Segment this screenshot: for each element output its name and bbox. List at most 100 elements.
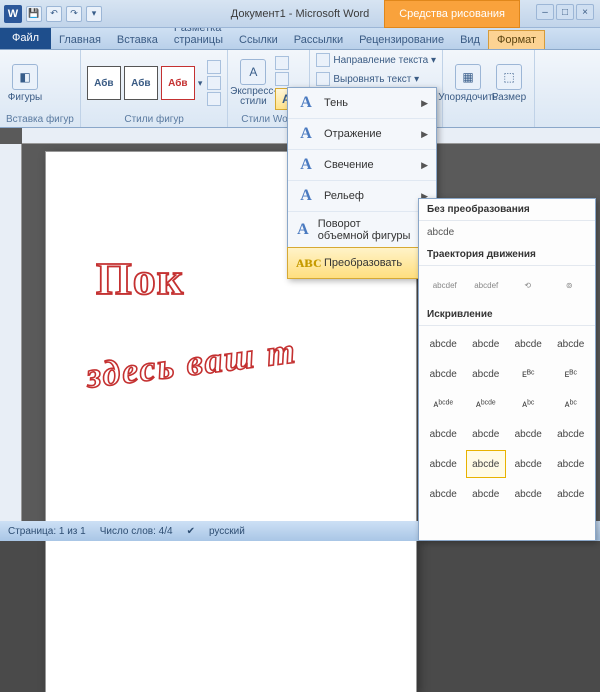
style-gallery-more-icon[interactable]: ▾ bbox=[198, 78, 203, 89]
warp-option[interactable]: abcde bbox=[466, 480, 507, 508]
text-effects-menu: AТень▶ AОтражение▶ AСвечение▶ AРельеф▶ A… bbox=[287, 87, 437, 279]
tab-review[interactable]: Рецензирование bbox=[351, 31, 452, 49]
tab-references[interactable]: Ссылки bbox=[231, 31, 286, 49]
warp-option[interactable]: ᴀᵇᶜᵈᵉ bbox=[423, 390, 464, 418]
reflection-icon: A bbox=[296, 125, 316, 143]
warp-option[interactable]: ᴀᵇᶜ bbox=[508, 390, 549, 418]
word-app-icon[interactable]: W bbox=[4, 5, 22, 23]
shapes-button[interactable]: ◧ Фигуры bbox=[6, 57, 44, 109]
quick-styles-icon: A bbox=[240, 59, 266, 85]
menu-glow[interactable]: AСвечение▶ bbox=[288, 149, 436, 180]
menu-transform[interactable]: ᴀʙᴄПреобразовать▶ bbox=[287, 247, 437, 279]
style-preset-3[interactable]: Абв bbox=[161, 66, 195, 100]
style-preset-1[interactable]: Абв bbox=[87, 66, 121, 100]
menu-reflection[interactable]: AОтражение▶ bbox=[288, 118, 436, 149]
tab-file[interactable]: Файл bbox=[0, 27, 51, 49]
close-button[interactable]: × bbox=[576, 4, 594, 20]
warp-option[interactable]: abcde bbox=[423, 480, 464, 508]
submenu-arrow-icon: ▶ bbox=[421, 129, 428, 140]
status-word-count[interactable]: Число слов: 4/4 bbox=[100, 526, 173, 537]
size-button[interactable]: ⬚ Размер bbox=[490, 57, 528, 109]
title-bar: W 💾 ↶ ↷ ▾ Документ1 - Microsoft Word Сре… bbox=[0, 0, 600, 28]
menu-shadow[interactable]: AТень▶ bbox=[288, 88, 436, 118]
vertical-ruler[interactable] bbox=[0, 144, 22, 521]
shadow-icon: A bbox=[296, 94, 316, 112]
shape-outline-icon[interactable] bbox=[207, 76, 221, 90]
group-label: Вставка фигур bbox=[6, 114, 74, 127]
contextual-tab-header: Средства рисования bbox=[384, 0, 520, 28]
warp-option[interactable]: abcde bbox=[551, 420, 592, 448]
transform-gallery: Без преобразования abcde Траектория движ… bbox=[418, 198, 596, 541]
glow-icon: A bbox=[296, 156, 316, 174]
tab-insert[interactable]: Вставка bbox=[109, 31, 166, 49]
no-transform-option[interactable]: abcde bbox=[419, 221, 595, 244]
shape-fill-icon[interactable] bbox=[207, 60, 221, 74]
menu-3d-rotation[interactable]: AПоворот объемной фигуры▶ bbox=[288, 211, 436, 248]
status-page[interactable]: Страница: 1 из 1 bbox=[8, 526, 86, 537]
transform-icon: ᴀʙᴄ bbox=[296, 254, 316, 272]
arrange-group: ▦ Упорядочить ⬚ Размер bbox=[443, 50, 535, 127]
tab-home[interactable]: Главная bbox=[51, 31, 109, 49]
warp-option[interactable]: abcde bbox=[466, 330, 507, 358]
warp-option-selected[interactable]: abcde bbox=[466, 450, 507, 478]
warp-option[interactable]: abcde bbox=[423, 420, 464, 448]
shape-styles-group: Абв Абв Абв ▾ Стили фигур bbox=[81, 50, 229, 127]
wordart-text-1[interactable]: Пок bbox=[96, 252, 184, 305]
warp-option[interactable]: abcde bbox=[551, 330, 592, 358]
warp-option[interactable]: abcde bbox=[423, 450, 464, 478]
style-preset-2[interactable]: Абв bbox=[124, 66, 158, 100]
maximize-button[interactable]: □ bbox=[556, 4, 574, 20]
path-arch-down[interactable]: abcdef bbox=[469, 270, 505, 300]
qat-save-icon[interactable]: 💾 bbox=[26, 6, 42, 22]
text-direction-button[interactable]: Направление текста ▾ bbox=[316, 52, 436, 68]
menu-bevel[interactable]: AРельеф▶ bbox=[288, 180, 436, 211]
qat-customize-icon[interactable]: ▾ bbox=[86, 6, 102, 22]
warp-option[interactable]: abcde bbox=[508, 420, 549, 448]
bevel-icon: A bbox=[296, 187, 316, 205]
gallery-header-no-transform: Без преобразования bbox=[419, 199, 595, 221]
path-button[interactable]: ⊚ bbox=[552, 270, 588, 300]
wordart-text-2[interactable]: здесь ваш т bbox=[84, 329, 299, 396]
warp-option[interactable]: ᴇᴮᶜ bbox=[551, 360, 592, 388]
text-direction-icon bbox=[316, 53, 330, 67]
warp-grid: abcde abcde abcde abcde abcde abcde ᴇᴮᶜ … bbox=[419, 326, 595, 512]
align-text-button[interactable]: Выровнять текст ▾ bbox=[316, 71, 419, 87]
warp-option[interactable]: abcde bbox=[508, 480, 549, 508]
text-fill-icon[interactable] bbox=[275, 56, 289, 70]
warp-option[interactable]: ᴀᵇᶜᵈᵉ bbox=[466, 390, 507, 418]
rotation-icon: A bbox=[296, 221, 310, 239]
warp-option[interactable]: abcde bbox=[423, 330, 464, 358]
warp-option[interactable]: abcde bbox=[551, 450, 592, 478]
arrange-icon: ▦ bbox=[455, 64, 481, 90]
warp-option[interactable]: ᴀᵇᶜ bbox=[551, 390, 592, 418]
shape-effects-icon[interactable] bbox=[207, 92, 221, 106]
submenu-arrow-icon: ▶ bbox=[421, 98, 428, 109]
minimize-button[interactable]: – bbox=[536, 4, 554, 20]
path-circle[interactable]: ⟲ bbox=[510, 270, 546, 300]
shapes-icon: ◧ bbox=[12, 64, 38, 90]
quick-access-toolbar: W 💾 ↶ ↷ ▾ bbox=[0, 5, 102, 23]
window-title: Документ1 - Microsoft Word bbox=[231, 8, 369, 20]
gallery-header-follow-path: Траектория движения bbox=[419, 244, 595, 266]
tab-view[interactable]: Вид bbox=[452, 31, 488, 49]
text-outline-icon[interactable] bbox=[275, 72, 289, 86]
qat-redo-icon[interactable]: ↷ bbox=[66, 6, 82, 22]
status-proofing-icon[interactable]: ✔ bbox=[187, 526, 195, 537]
warp-option[interactable]: abcde bbox=[508, 450, 549, 478]
path-arch-up[interactable]: abcdef bbox=[427, 270, 463, 300]
warp-option[interactable]: ᴇᴮᶜ bbox=[508, 360, 549, 388]
arrange-button[interactable]: ▦ Упорядочить bbox=[449, 57, 487, 109]
tab-mailings[interactable]: Рассылки bbox=[286, 31, 351, 49]
insert-shapes-group: ◧ Фигуры Вставка фигур bbox=[0, 50, 81, 127]
ribbon-tabs: Файл Главная Вставка Разметка страницы С… bbox=[0, 28, 600, 50]
status-language[interactable]: русский bbox=[209, 526, 245, 537]
quick-styles-button[interactable]: A Экспресс- стили bbox=[234, 57, 272, 109]
qat-undo-icon[interactable]: ↶ bbox=[46, 6, 62, 22]
warp-option[interactable]: abcde bbox=[508, 330, 549, 358]
group-label bbox=[449, 114, 528, 127]
tab-format[interactable]: Формат bbox=[488, 30, 545, 49]
warp-option[interactable]: abcde bbox=[466, 360, 507, 388]
warp-option[interactable]: abcde bbox=[466, 420, 507, 448]
warp-option[interactable]: abcde bbox=[423, 360, 464, 388]
warp-option[interactable]: abcde bbox=[551, 480, 592, 508]
